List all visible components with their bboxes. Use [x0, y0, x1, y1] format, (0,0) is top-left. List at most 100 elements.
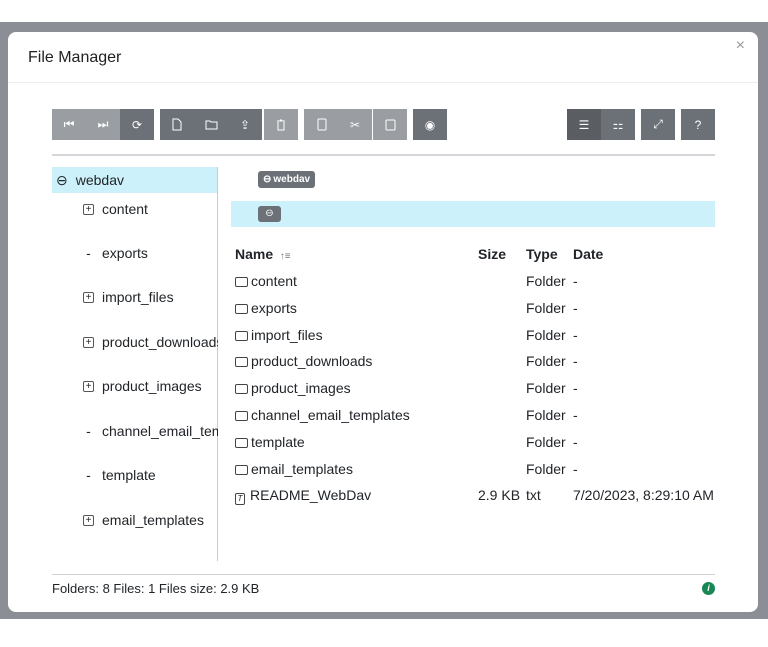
date-cell: -	[573, 273, 578, 289]
dash-icon: -	[86, 245, 91, 261]
tree-root[interactable]: ⊖ webdav	[52, 167, 217, 193]
tree-root-label: webdav	[75, 172, 124, 188]
name-cell: import_files	[235, 327, 323, 343]
folder-icon	[235, 277, 248, 287]
folder-icon	[235, 357, 248, 368]
tree-item[interactable]: - exports	[83, 245, 218, 261]
name-cell: product_images	[235, 380, 351, 396]
footer-divider	[52, 574, 715, 575]
list-view-icon[interactable]: ☰	[567, 109, 601, 140]
last-icon[interactable]: ⏭	[86, 109, 120, 140]
cut-icon[interactable]: ✂	[338, 109, 372, 140]
name-cell: content	[235, 273, 297, 289]
folder-icon	[235, 303, 248, 314]
type-cell: Folder	[526, 460, 566, 477]
folder-icon	[235, 411, 248, 421]
date-cell: -	[573, 299, 578, 316]
name-cell: template	[235, 434, 305, 450]
column-header-type[interactable]: Type	[526, 246, 558, 262]
folder-icon	[235, 330, 248, 341]
date-cell: -	[573, 407, 578, 423]
name-cell: T README_WebDav	[235, 487, 371, 506]
expand-icon[interactable]: +	[83, 514, 94, 526]
folder-icon	[235, 384, 248, 395]
tree-item-label: template	[102, 467, 156, 483]
folder-icon	[235, 464, 248, 475]
expand-icon[interactable]: +	[83, 380, 94, 392]
date-cell: -	[573, 326, 578, 343]
tree-item-label: product_images	[102, 378, 202, 394]
drive-icon: ⊖	[258, 206, 281, 222]
date-cell: -	[573, 433, 578, 450]
file-row[interactable]: import_files Folder -	[235, 327, 715, 353]
tree-item[interactable]: + content	[83, 201, 218, 217]
drive-icon: ⊖	[263, 174, 272, 185]
name-cell: email_templates	[235, 461, 353, 477]
tree-item[interactable]: - template	[83, 467, 218, 483]
dialog-title: File Manager	[28, 49, 122, 66]
tree-item-label: import_files	[102, 289, 174, 305]
file-manager-dialog: File Manager × ⏮ ⏭ ⟳ ⇪ ✂ ◉ ☰ ⚏ ⤢ ? ⊖ webd…	[8, 32, 758, 612]
column-header-name[interactable]: Name ↑≡	[235, 246, 291, 262]
new-folder-icon[interactable]	[194, 109, 228, 140]
column-header-size[interactable]: Size	[478, 246, 506, 262]
date-cell: -	[573, 353, 578, 370]
name-cell: exports	[235, 300, 297, 316]
tree-item[interactable]: -channel_email_templates	[83, 423, 218, 439]
header-divider	[8, 82, 758, 83]
grid-view-icon[interactable]: ⚏	[601, 109, 635, 140]
file-row[interactable]: email_templates Folder -	[235, 461, 715, 487]
parent-folder-row[interactable]: ⊖	[231, 201, 715, 227]
file-row[interactable]: template Folder -	[235, 434, 715, 460]
info-icon[interactable]: i	[702, 582, 715, 595]
folder-icon	[235, 437, 248, 448]
upload-icon[interactable]: ⇪	[228, 109, 262, 140]
file-row[interactable]: exports Folder -	[235, 300, 715, 326]
dash-icon: -	[86, 467, 91, 483]
file-row[interactable]: T README_WebDav 2.9 KB txt 7/20/2023, 8:2…	[235, 487, 715, 513]
text-file-icon: T	[235, 493, 245, 506]
sort-icon[interactable]: ↑≡	[277, 251, 291, 262]
tree-item[interactable]: + product_images	[83, 378, 218, 394]
type-cell: txt	[526, 487, 541, 504]
paste-icon[interactable]	[373, 109, 407, 140]
type-cell: Folder	[526, 353, 566, 370]
breadcrumb-label: webdav	[273, 174, 311, 185]
type-cell: Folder	[526, 299, 566, 316]
size-cell: 2.9 KB	[478, 487, 521, 504]
file-row[interactable]: product_images Folder -	[235, 380, 715, 406]
type-cell: Folder	[526, 407, 566, 423]
column-header-date[interactable]: Date	[573, 246, 603, 262]
close-button[interactable]: ×	[736, 37, 745, 55]
file-row[interactable]: content Folder -	[235, 273, 715, 299]
first-icon[interactable]: ⏮	[52, 109, 86, 140]
type-cell: Folder	[526, 273, 566, 289]
file-row[interactable]: channel_email_templates Folder -	[235, 407, 715, 433]
date-cell: -	[573, 460, 578, 477]
preview-icon[interactable]: ◉	[413, 109, 447, 140]
folder-tree: ⊖ webdav + content - exports + import_files …	[52, 167, 218, 561]
expand-icon[interactable]: +	[83, 336, 94, 348]
new-file-icon[interactable]	[160, 109, 194, 140]
tree-item-label: exports	[102, 245, 148, 261]
delete-icon[interactable]	[264, 109, 298, 140]
tree-item-label: content	[102, 201, 148, 217]
type-cell: Folder	[526, 380, 566, 397]
toolbar-divider	[52, 154, 715, 156]
expand-icon[interactable]: +	[83, 291, 94, 303]
date-cell: -	[573, 380, 578, 397]
name-cell: product_downloads	[235, 353, 372, 369]
tree-item[interactable]: + product_downloads	[83, 334, 218, 350]
date-cell: 7/20/2023, 8:29:10 AM	[573, 487, 714, 504]
file-row[interactable]: product_downloads Folder -	[235, 353, 715, 379]
breadcrumb-webdav[interactable]: ⊖ webdav	[258, 171, 316, 188]
tree-item-label: channel_email_templates	[102, 423, 218, 439]
help-button[interactable]: ?	[681, 109, 715, 140]
fullscreen-icon[interactable]: ⤢	[641, 109, 675, 140]
refresh-icon[interactable]: ⟳	[120, 109, 154, 140]
tree-item[interactable]: + import_files	[83, 289, 218, 305]
tree-item[interactable]: + email_templates	[83, 512, 218, 528]
tree-item-label: product_downloads	[102, 334, 218, 350]
expand-icon[interactable]: +	[83, 203, 94, 215]
copy-icon[interactable]	[304, 109, 338, 140]
